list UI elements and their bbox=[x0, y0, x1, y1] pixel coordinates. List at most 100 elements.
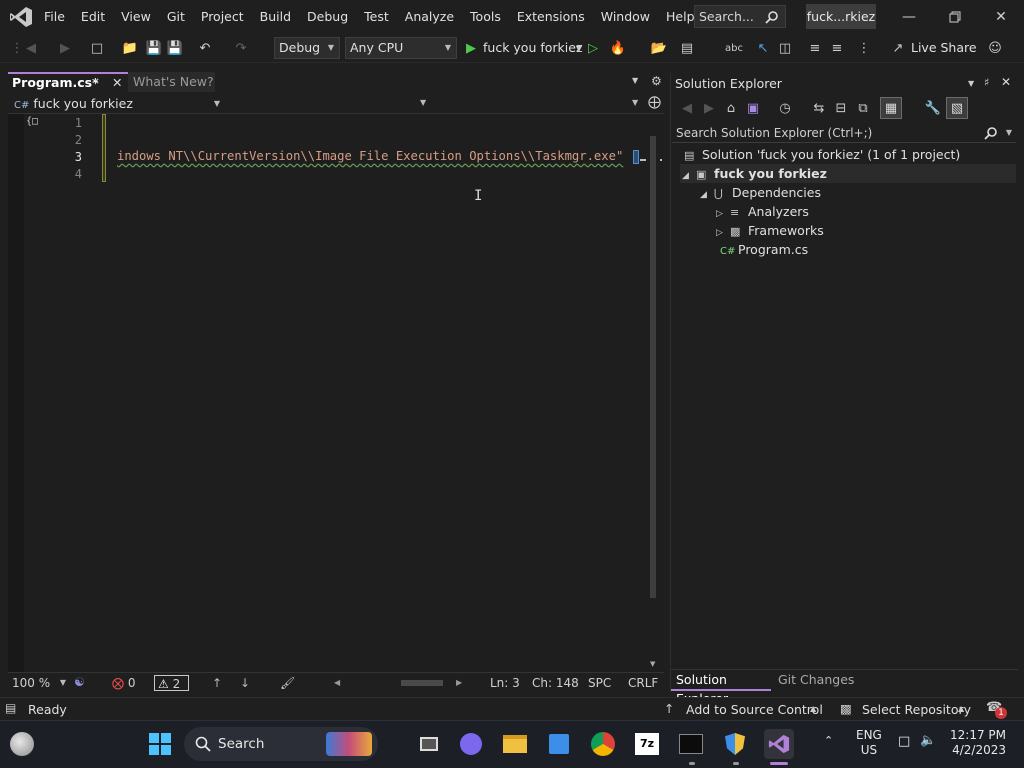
menu-edit[interactable]: Edit bbox=[73, 0, 113, 33]
line-indicator[interactable]: Ln: 3 bbox=[490, 675, 520, 691]
member-dropdown-chevron-icon[interactable]: ▼ bbox=[632, 98, 638, 107]
tree-program-cs[interactable]: C# Program.cs bbox=[720, 240, 808, 259]
select-icon[interactable]: ↖ bbox=[754, 39, 772, 57]
navigate-back-icon[interactable]: ◀ bbox=[22, 39, 40, 57]
menu-analyze[interactable]: Analyze bbox=[397, 0, 462, 33]
menu-tools[interactable]: Tools bbox=[462, 0, 509, 33]
new-project-icon[interactable]: □ bbox=[88, 39, 106, 57]
toolbar-overflow-icon[interactable]: ⋮ bbox=[855, 39, 873, 57]
tab-git-changes[interactable]: Git Changes bbox=[778, 670, 854, 691]
split-window-icon[interactable]: ⨁ bbox=[648, 95, 661, 110]
configuration-combo[interactable]: Debug ▼ bbox=[274, 37, 340, 59]
visual-studio-taskbar-icon[interactable] bbox=[764, 729, 794, 759]
layout-icon[interactable]: ▤ bbox=[678, 39, 696, 57]
show-hidden-icons-icon[interactable]: ⌃ bbox=[824, 734, 833, 747]
properties-icon[interactable]: 🔧 bbox=[924, 99, 942, 117]
horizontal-scrollbar-thumb[interactable] bbox=[401, 680, 443, 686]
scroll-right-icon[interactable]: ▶ bbox=[456, 675, 462, 691]
indent-icon[interactable]: ≡ bbox=[806, 39, 824, 57]
platform-combo[interactable]: Any CPU ▼ bbox=[345, 37, 457, 59]
menu-file[interactable]: File bbox=[36, 0, 73, 33]
menu-git[interactable]: Git bbox=[159, 0, 193, 33]
vertical-scrollbar-thumb[interactable] bbox=[650, 136, 656, 598]
weather-widget-icon[interactable] bbox=[10, 732, 34, 756]
line-ending-indicator[interactable]: CRLF bbox=[628, 675, 658, 691]
scroll-down-icon[interactable]: ▼ bbox=[650, 660, 655, 668]
show-all-files-icon[interactable]: ⧉ bbox=[854, 99, 872, 117]
microsoft-store-icon[interactable] bbox=[544, 729, 574, 759]
close-panel-icon[interactable]: ✕ bbox=[1001, 75, 1011, 89]
volume-icon[interactable]: 🔈 bbox=[920, 733, 936, 748]
close-tab-icon[interactable]: ✕ bbox=[112, 74, 122, 92]
preview-selected-icon[interactable]: ▦ bbox=[880, 97, 902, 119]
live-share-icon[interactable]: ↗ bbox=[889, 39, 907, 57]
start-without-debugging-icon[interactable]: ▷ bbox=[584, 39, 602, 57]
menu-debug[interactable]: Debug bbox=[299, 0, 356, 33]
menu-build[interactable]: Build bbox=[252, 0, 299, 33]
global-search-box[interactable]: Search... bbox=[694, 5, 786, 28]
teams-chat-icon[interactable] bbox=[456, 729, 486, 759]
next-issue-icon[interactable]: ↓ bbox=[240, 675, 250, 691]
solution-title-badge[interactable]: fuck...rkiez bbox=[806, 4, 876, 29]
type-dropdown-chevron-icon[interactable]: ▼ bbox=[420, 98, 426, 107]
spell-check-icon[interactable]: abc bbox=[725, 39, 743, 57]
pending-changes-filter-icon[interactable]: ◷ bbox=[776, 99, 794, 117]
tree-frameworks[interactable]: ▷ ▩ Frameworks bbox=[716, 221, 824, 240]
run-target-label[interactable]: fuck you forkiez bbox=[483, 40, 583, 55]
settings-gear-icon[interactable]: ⚙ bbox=[651, 74, 662, 88]
solution-search-input[interactable]: Search Solution Explorer (Ctrl+;) ▼ bbox=[672, 123, 1016, 143]
language-indicator[interactable]: ENG US bbox=[856, 728, 882, 758]
back-icon[interactable]: ◀ bbox=[678, 99, 696, 117]
browse-files-icon[interactable]: 📂 bbox=[650, 39, 668, 57]
start-debugging-icon[interactable]: ▶ bbox=[462, 39, 480, 57]
tab-solution-explorer[interactable]: Solution Explorer bbox=[671, 670, 771, 706]
windows-start-icon[interactable] bbox=[148, 732, 172, 756]
char-indicator[interactable]: Ch: 148 bbox=[532, 675, 579, 691]
restore-button[interactable] bbox=[932, 0, 978, 33]
tree-analyzers[interactable]: ▷ ≡ Analyzers bbox=[716, 202, 809, 221]
sync-icon[interactable]: ⇆ bbox=[810, 99, 828, 117]
menu-view[interactable]: View bbox=[113, 0, 159, 33]
terminal-icon[interactable] bbox=[676, 729, 706, 759]
error-count-button[interactable]: ⨂ 0 bbox=[112, 675, 135, 691]
chrome-icon[interactable] bbox=[588, 729, 618, 759]
code-line-string[interactable]: indows NT\\CurrentVersion\\Image File Ex… bbox=[117, 149, 623, 163]
hot-reload-icon[interactable]: 🔥 bbox=[609, 39, 627, 57]
code-cleanup-icon[interactable]: 🖌 bbox=[280, 675, 295, 691]
pin-icon[interactable]: ♯ bbox=[94, 74, 99, 92]
forward-icon[interactable]: ▶ bbox=[700, 99, 718, 117]
menu-window[interactable]: Window bbox=[593, 0, 658, 33]
tab-dropdown-icon[interactable]: ▼ bbox=[632, 76, 638, 85]
previous-issue-icon[interactable]: ↑ bbox=[212, 675, 222, 691]
navigate-forward-icon[interactable]: ▶ bbox=[56, 39, 74, 57]
add-to-source-control-button[interactable]: Add to Source Control bbox=[686, 702, 823, 717]
feedback-icon[interactable]: ☺ bbox=[986, 39, 1004, 57]
tab-program-cs[interactable]: Program.cs* ♯ ✕ bbox=[8, 72, 128, 92]
taskbar-clock[interactable]: 12:17 PM 4/2/2023 bbox=[950, 728, 1006, 758]
project-dropdown[interactable]: C# fuck you forkiez ▼ bbox=[14, 95, 220, 113]
tree-project[interactable]: ◢ ▣ fuck you forkiez bbox=[682, 164, 827, 183]
whitespace-indicator[interactable]: SPC bbox=[588, 675, 611, 691]
file-explorer-icon[interactable] bbox=[500, 729, 530, 759]
code-editor[interactable] bbox=[8, 114, 664, 672]
switch-views-icon[interactable]: ▣ bbox=[744, 99, 762, 117]
save-all-icon[interactable]: 💾 bbox=[166, 39, 184, 57]
home-icon[interactable]: ⌂ bbox=[722, 99, 740, 117]
tree-dependencies[interactable]: ◢ ⋃ Dependencies bbox=[700, 183, 821, 202]
minimize-button[interactable]: — bbox=[886, 0, 932, 33]
scroll-left-icon[interactable]: ◀ bbox=[334, 675, 340, 691]
select-repository-button[interactable]: Select Repository bbox=[862, 702, 971, 717]
warning-count-button[interactable]: ⚠ 2 bbox=[154, 675, 190, 691]
close-window-button[interactable]: ✕ bbox=[978, 0, 1024, 33]
undo-icon[interactable]: ↶ bbox=[196, 39, 214, 57]
preview-icon[interactable]: ▧ bbox=[946, 97, 968, 119]
intellicode-icon[interactable]: ☯ bbox=[74, 675, 85, 689]
comment-icon[interactable]: ≡ bbox=[828, 39, 846, 57]
security-shield-icon[interactable] bbox=[720, 729, 750, 759]
code-lens-icon[interactable]: {□ bbox=[26, 116, 38, 127]
panel-options-icon[interactable]: ▼ bbox=[968, 79, 974, 88]
menu-extensions[interactable]: Extensions bbox=[509, 0, 593, 33]
tab-whats-new[interactable]: What's New? bbox=[128, 72, 215, 92]
network-icon[interactable]: □ bbox=[898, 734, 910, 749]
pin-icon[interactable]: ♯ bbox=[984, 76, 989, 89]
